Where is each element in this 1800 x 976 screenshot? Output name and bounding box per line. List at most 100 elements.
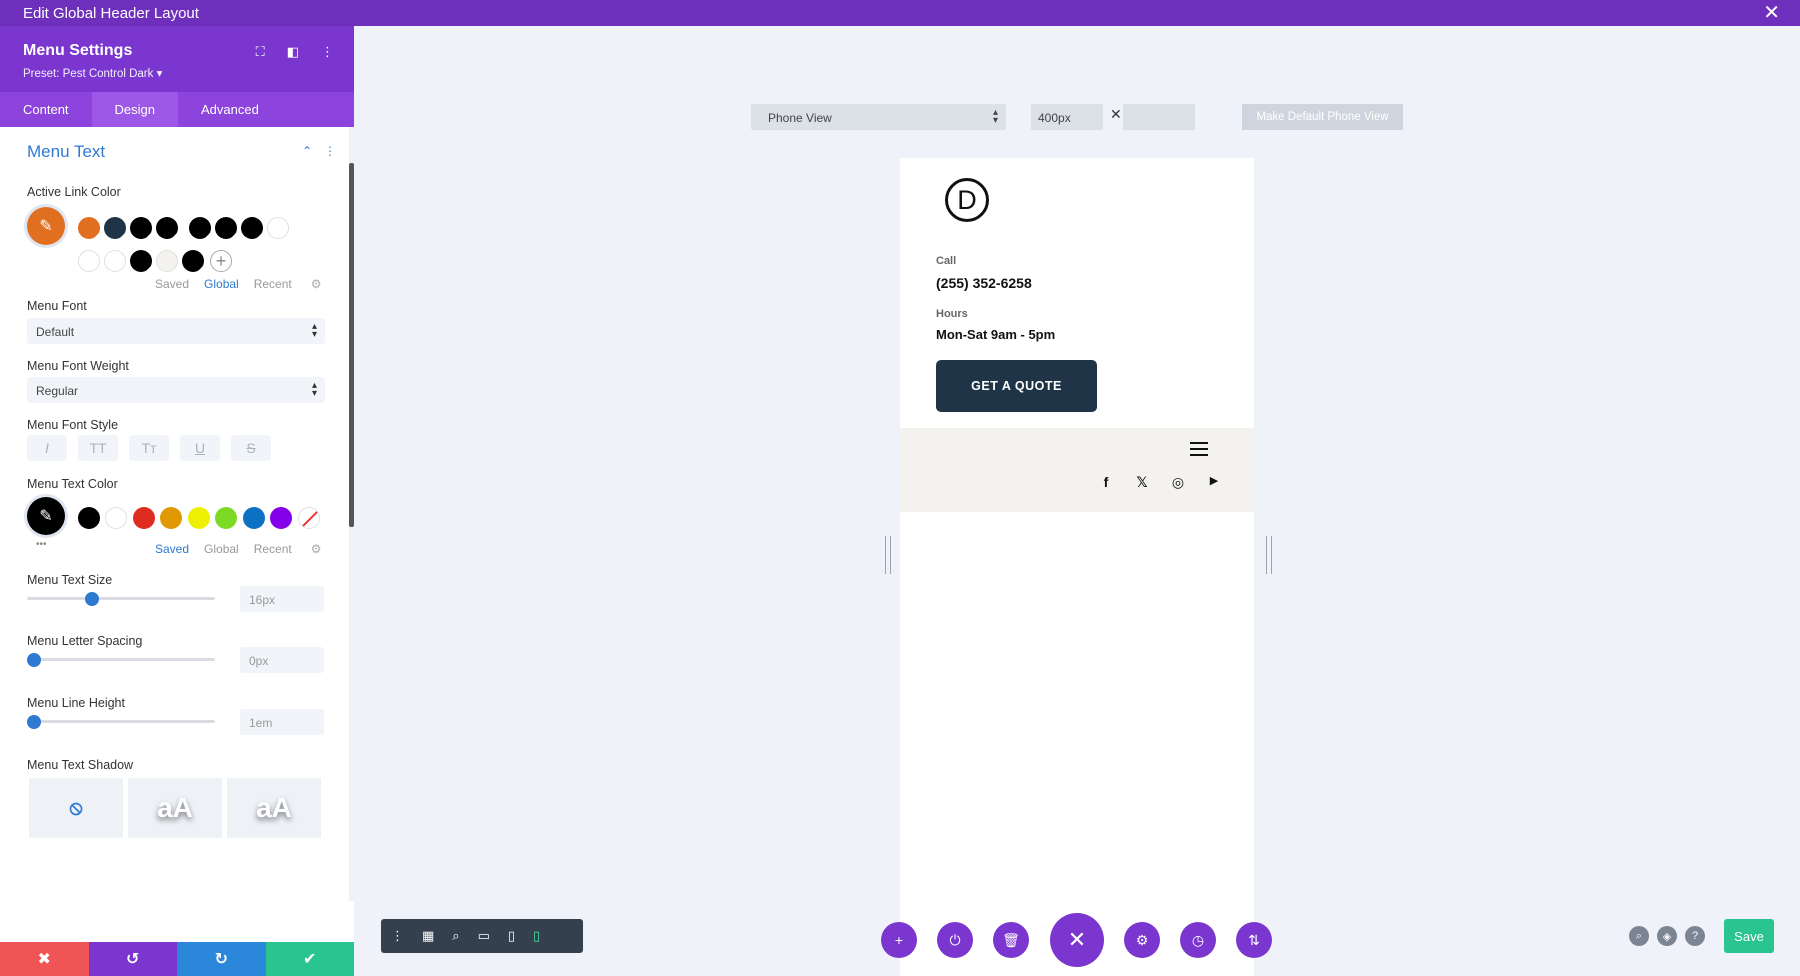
preset-selector[interactable]: Preset: Pest Control Dark ▾ [23,66,331,80]
tab-content[interactable]: Content [0,92,92,127]
portability-icon[interactable]: ⇅ [1236,922,1272,958]
shadow-preset-1[interactable]: aA [128,778,222,838]
shadow-preset-2[interactable]: aA [227,778,321,838]
menu-font-weight-select[interactable]: Regular ▴▾ [27,377,325,403]
underline-button[interactable]: U [180,435,220,461]
section-title[interactable]: Menu Text [27,142,105,162]
trash-icon[interactable]: 🗑 [993,922,1029,958]
resize-handle-right[interactable] [1266,536,1272,574]
wireframe-icon[interactable]: ▦ [422,928,434,944]
search-icon[interactable]: ⌕ [1629,926,1649,946]
desktop-view-icon[interactable]: ▭ [478,928,490,944]
resize-handle-left[interactable] [885,536,891,574]
menu-letter-spacing-slider[interactable] [27,658,215,661]
eyedropper-icon: ✎ [39,506,52,526]
redo-button[interactable]: ↻ [177,942,266,976]
menu-line-height-slider[interactable] [27,720,215,723]
height-input[interactable] [1123,104,1195,130]
italic-button[interactable]: I [27,435,67,461]
menu-line-height-knob[interactable] [27,715,41,729]
layers-icon[interactable]: ◈ [1657,926,1677,946]
expand-icon[interactable]: ⛶ [256,44,265,60]
save-button[interactable]: Save [1724,919,1774,953]
swatch-tab-recent[interactable]: Recent [254,277,292,291]
color-swatch[interactable] [189,217,211,239]
width-input[interactable]: 400px [1031,104,1103,130]
undo-button[interactable]: ↺ [89,942,178,976]
close-icon[interactable]: ✕ [1763,2,1780,24]
x-twitter-icon[interactable]: 𝕏 [1133,474,1151,491]
active-link-color-picker[interactable]: ✎ [27,207,65,245]
color-swatch[interactable] [215,507,237,529]
menu-letter-spacing-input[interactable]: 0px [240,647,324,673]
color-swatch[interactable] [267,217,289,239]
facebook-icon[interactable]: f [1097,474,1115,490]
get-a-quote-button[interactable]: GET A QUOTE [936,360,1097,412]
color-swatch[interactable] [78,250,100,272]
close-builder-button[interactable]: ✕ [1050,913,1104,967]
more-colors-icon[interactable]: ••• [36,539,47,550]
split-view-icon[interactable]: ◧ [287,44,299,60]
history-icon[interactable]: ◷ [1180,922,1216,958]
make-default-button[interactable]: Make Default Phone View [1242,104,1403,130]
gear-icon[interactable]: ⚙ [311,542,322,556]
color-swatch[interactable] [78,217,100,239]
color-swatch[interactable] [105,507,127,529]
color-swatch[interactable] [130,217,152,239]
capitalize-button[interactable]: Tᴛ [129,435,169,461]
chevron-up-icon[interactable]: ⌃ [302,144,312,158]
color-swatch[interactable] [241,217,263,239]
swatch-tab-global[interactable]: Global [204,542,239,556]
swatch-tab-saved[interactable]: Saved [155,542,189,556]
view-mode-select[interactable]: Phone View ▴▾ [751,104,1006,130]
section-more-icon[interactable]: ⋮ [324,144,336,158]
phone-view-icon[interactable]: ▯ [533,928,540,944]
color-swatch[interactable] [243,507,265,529]
more-icon[interactable]: ⋮ [391,928,404,944]
color-swatch[interactable] [160,507,182,529]
color-swatch[interactable] [188,507,210,529]
site-logo[interactable]: D [945,178,989,222]
swatch-tab-recent[interactable]: Recent [254,542,292,556]
tab-design[interactable]: Design [92,92,178,127]
swatch-tab-global[interactable]: Global [204,277,239,291]
hamburger-menu-icon[interactable] [1190,442,1208,460]
swatch-tab-saved[interactable]: Saved [155,277,189,291]
gear-icon[interactable]: ⚙ [311,277,322,291]
instagram-icon[interactable]: ◎ [1169,474,1187,491]
menu-text-size-slider[interactable] [27,597,215,600]
tablet-view-icon[interactable]: ▯ [508,928,515,944]
discard-button[interactable]: ✖ [0,942,89,976]
menu-text-size-knob[interactable] [85,592,99,606]
zoom-icon[interactable]: ⌕ [452,928,459,944]
color-swatch[interactable] [182,250,204,272]
color-swatch[interactable] [104,250,126,272]
color-swatch[interactable] [215,217,237,239]
tab-advanced[interactable]: Advanced [178,92,282,127]
uppercase-button[interactable]: TT [78,435,118,461]
color-swatch[interactable] [156,217,178,239]
color-swatch[interactable] [156,250,178,272]
apply-button[interactable]: ✔ [266,942,355,976]
strikethrough-button[interactable]: S [231,435,271,461]
power-icon[interactable]: ⏻ [937,922,973,958]
menu-text-color-picker[interactable]: ✎ [27,497,65,535]
menu-letter-spacing-knob[interactable] [27,653,41,667]
add-color-icon[interactable]: + [210,250,232,272]
color-swatch[interactable] [78,507,100,529]
color-swatch[interactable] [270,507,292,529]
menu-text-size-input[interactable]: 16px [240,586,324,612]
color-swatch[interactable] [133,507,155,529]
help-icon[interactable]: ? [1685,926,1705,946]
youtube-icon[interactable]: ▶ [1205,474,1223,487]
phone-number[interactable]: (255) 352-6258 [936,275,1032,291]
no-color-swatch[interactable] [298,507,320,529]
color-swatch[interactable] [104,217,126,239]
color-swatch[interactable] [130,250,152,272]
menu-line-height-input[interactable]: 1em [240,709,324,735]
more-options-icon[interactable]: ⋮ [321,44,334,60]
shadow-preset-none[interactable]: ⦸ [29,778,123,838]
settings-gear-icon[interactable]: ⚙ [1124,922,1160,958]
menu-font-select[interactable]: Default ▴▾ [27,318,325,344]
add-element-button[interactable]: + [881,922,917,958]
